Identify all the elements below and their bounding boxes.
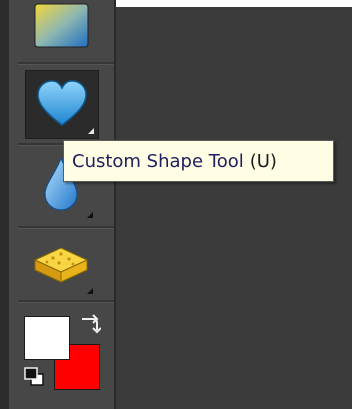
gradient-icon <box>34 3 89 48</box>
swap-colors-icon[interactable] <box>79 313 101 335</box>
default-colors-icon[interactable] <box>22 365 46 387</box>
foreground-color-swatch[interactable] <box>24 316 70 360</box>
custom-shape-tool-button[interactable] <box>25 70 99 139</box>
gradient-tool-button[interactable] <box>25 0 97 55</box>
tool-group-indicator <box>87 212 93 218</box>
tool-tooltip: Custom Shape Tool (U) <box>63 140 334 182</box>
toolbar-separator <box>18 226 114 229</box>
sponge-tool-button[interactable] <box>25 232 97 298</box>
tooltip-tool-name: Custom Shape Tool <box>72 150 244 172</box>
toolbar-separator <box>18 300 114 303</box>
canvas-area <box>116 7 352 409</box>
tool-group-indicator <box>87 288 93 294</box>
toolbar-left-edge <box>0 0 9 409</box>
tooltip-shortcut: (U) <box>249 150 277 172</box>
tool-group-indicator <box>88 128 94 134</box>
toolbar-separator <box>18 62 114 65</box>
